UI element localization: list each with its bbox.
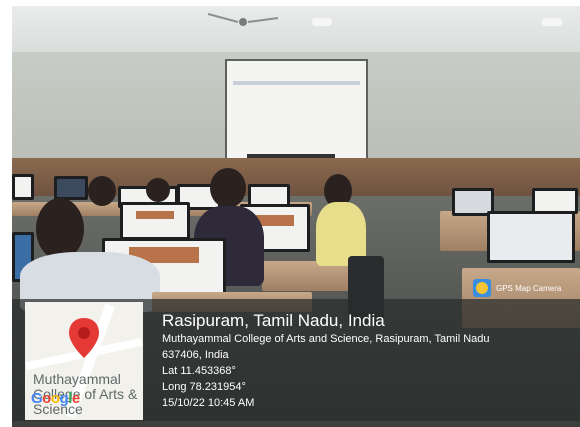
ceiling-light [542,18,562,26]
timestamp: 15/10/22 10:45 AM [162,397,255,409]
student-head [36,198,84,260]
monitor [12,174,34,200]
student-head [210,168,246,208]
monitor [487,211,575,263]
student-head [146,178,170,202]
gps-badge: GPS Map Camera [473,279,561,297]
location-info: Rasipuram, Tamil Nadu, India Muthayammal… [162,310,490,411]
map-thumbnail: Muthayammal College of Arts & Science Go… [25,302,143,420]
monitor [54,176,88,200]
ceiling-fan-icon [208,13,278,26]
location-title: Rasipuram, Tamil Nadu, India [162,311,385,330]
address-line-1: Muthayammal College of Arts and Science,… [162,333,490,345]
google-logo: Google [31,390,80,407]
gps-map-camera-icon [473,279,491,297]
location-pin-icon [69,318,99,358]
projected-toolbar [233,81,360,85]
longitude: Long 78.231954° [162,381,246,393]
monitor [120,202,190,240]
latitude: Lat 11.453368° [162,365,236,377]
gps-badge-label: GPS Map Camera [496,283,562,293]
address-line-2: 637406, India [162,349,229,361]
ceiling-light [312,18,332,26]
student-head [88,176,116,206]
